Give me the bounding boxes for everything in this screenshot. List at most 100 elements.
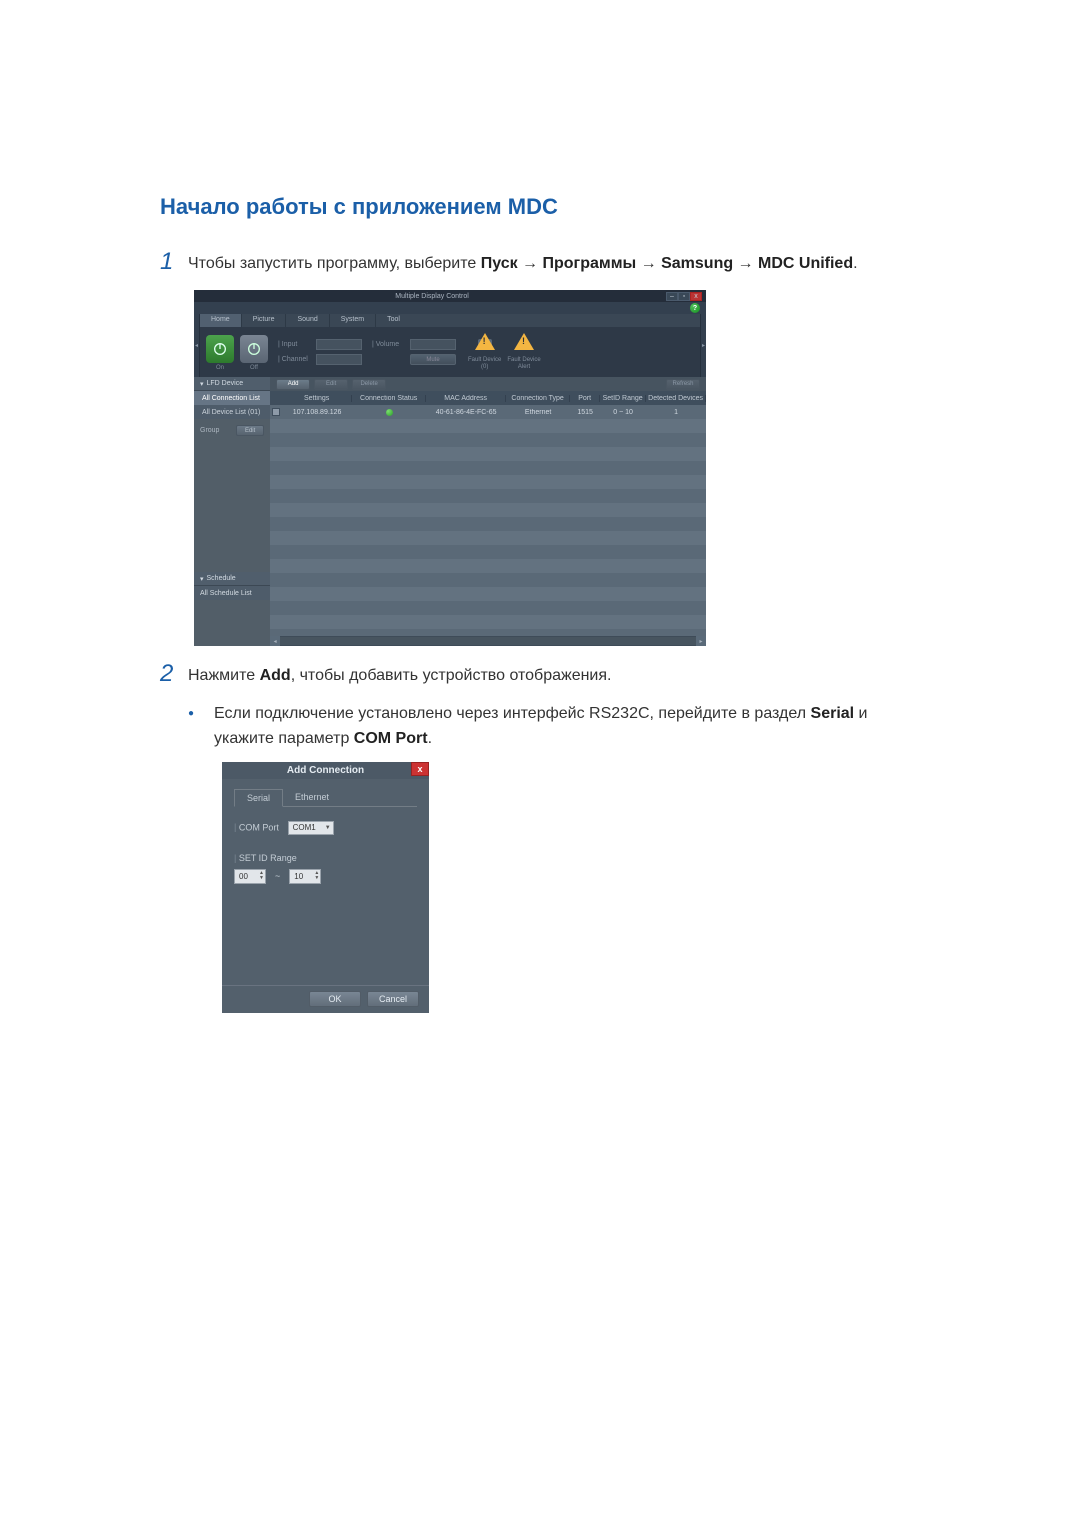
page-heading: Начало работы с приложением MDC: [160, 194, 920, 220]
table-row[interactable]: 107.108.89.126 40-61-86-4E-FC-65 Etherne…: [270, 405, 706, 419]
col-setid-range[interactable]: SetID Range: [600, 395, 646, 402]
table-header: Settings Connection Status MAC Address C…: [270, 391, 706, 405]
spin-from-val: 00: [239, 872, 248, 881]
volume-label: Volume: [372, 341, 406, 348]
input-label: Input: [278, 341, 312, 348]
edit-button[interactable]: Edit: [314, 379, 348, 390]
cell-detected: 1: [646, 409, 706, 416]
maximize-button[interactable]: ▫: [678, 292, 690, 301]
dialog-close-button[interactable]: x: [411, 762, 429, 776]
sidebar-all-schedule[interactable]: All Schedule List: [194, 586, 270, 600]
sidebar-edit-button[interactable]: Edit: [236, 425, 264, 436]
bullet-1: ● Если подключение установлено через инт…: [188, 702, 920, 752]
screenshot-mdc-main: Multiple Display Control – ▫ x ? ◂ Home …: [194, 290, 706, 646]
comport-label: COM Port: [234, 822, 279, 832]
tab-tool[interactable]: Tool: [375, 314, 411, 327]
t: , чтобы добавить устройство отображения.: [291, 667, 612, 684]
sidebar-all-device-list[interactable]: All Device List (01): [194, 405, 270, 419]
setid-from-spinner[interactable]: 00▲▼: [234, 869, 266, 884]
step-num-2: 2: [160, 660, 188, 688]
col-port[interactable]: Port: [570, 395, 600, 402]
ok-button[interactable]: OK: [309, 991, 361, 1007]
b: Samsung: [661, 255, 733, 272]
spin-to-val: 10: [294, 872, 303, 881]
window-title: Multiple Display Control: [395, 293, 469, 300]
add-button[interactable]: Add: [276, 379, 310, 390]
tab-system[interactable]: System: [329, 314, 375, 327]
step-1-text: Чтобы запустить программу, выберите Пуск…: [188, 252, 858, 276]
sidebar-group-label: Group: [200, 427, 219, 434]
col-connection-type[interactable]: Connection Type: [506, 395, 570, 402]
fault-alert-icon[interactable]: [513, 333, 535, 355]
arr: →: [733, 255, 758, 272]
cell-status: [352, 409, 426, 416]
comport-value: COM1: [293, 823, 316, 832]
screenshot-add-connection: Add Connection x Serial Ethernet COM Por…: [222, 762, 429, 1013]
minimize-button[interactable]: –: [666, 292, 678, 301]
power-off-label: Off: [250, 365, 258, 371]
b: Пуск: [481, 255, 518, 272]
row-checkbox[interactable]: [272, 408, 280, 416]
arr: →: [636, 255, 661, 272]
channel-spinner[interactable]: [316, 354, 362, 365]
step-1: 1 Чтобы запустить программу, выберите Пу…: [160, 252, 920, 276]
channel-label: Channel: [278, 356, 312, 363]
dialog-title: Add Connection: [287, 765, 364, 776]
mute-button[interactable]: Mute: [410, 354, 456, 365]
cell-settings: 107.108.89.126: [282, 409, 352, 416]
power-on-icon[interactable]: [206, 335, 234, 363]
volume-slider[interactable]: [410, 339, 456, 350]
t: Чтобы запустить программу, выберите: [188, 255, 481, 272]
b: MDC Unified: [758, 255, 853, 272]
t: .: [853, 255, 857, 272]
window-titlebar: Multiple Display Control – ▫ x: [194, 290, 706, 302]
col-detected-devices[interactable]: Detected Devices: [646, 395, 706, 402]
cell-port: 1515: [570, 409, 600, 416]
comport-select[interactable]: COM1 ▼: [288, 821, 334, 835]
dialog-titlebar: Add Connection x: [222, 762, 429, 779]
b: Программы: [542, 255, 636, 272]
sidebar-all-connection[interactable]: All Connection List: [194, 391, 270, 405]
tab-picture[interactable]: Picture: [241, 314, 286, 327]
refresh-button[interactable]: Refresh: [666, 379, 700, 390]
range-tilde: ~: [272, 871, 283, 881]
col-connection-status[interactable]: Connection Status: [352, 395, 426, 402]
bullet-1-text: Если подключение установлено через интер…: [214, 702, 920, 752]
t: Если подключение установлено через интер…: [214, 705, 811, 722]
fault-device-label: Fault Device(0): [468, 357, 501, 370]
cell-range: 0 ~ 10: [600, 409, 646, 416]
cell-ctype: Ethernet: [506, 409, 570, 416]
setid-to-spinner[interactable]: 10▲▼: [289, 869, 321, 884]
input-select[interactable]: [316, 339, 362, 350]
close-button[interactable]: x: [690, 292, 702, 301]
delete-button[interactable]: Delete: [352, 379, 386, 390]
b: Add: [260, 667, 291, 684]
arr: →: [518, 255, 543, 272]
power-on-label: On: [216, 365, 224, 371]
cell-mac: 40-61-86-4E-FC-65: [426, 409, 506, 416]
power-off-icon[interactable]: [240, 335, 268, 363]
cancel-button[interactable]: Cancel: [367, 991, 419, 1007]
fault-device-icon[interactable]: [474, 333, 496, 355]
setid-range-label: SET ID Range: [234, 853, 417, 863]
tab-home[interactable]: Home: [200, 314, 241, 327]
status-dot-icon: [386, 409, 393, 416]
sidebar-lfd-header[interactable]: LFD Device: [194, 377, 270, 391]
main-tabs: Home Picture Sound System Tool: [200, 314, 700, 327]
chevron-down-icon: ▼: [325, 825, 331, 831]
tab-ethernet[interactable]: Ethernet: [283, 789, 341, 806]
tab-serial[interactable]: Serial: [234, 789, 283, 807]
bullet-icon: ●: [188, 702, 214, 752]
scroll-right-icon[interactable]: ▸: [696, 636, 706, 646]
right-panel-toggle[interactable]: ▸: [700, 314, 706, 377]
col-mac-address[interactable]: MAC Address: [426, 395, 506, 402]
col-settings[interactable]: Settings: [282, 395, 352, 402]
help-icon[interactable]: ?: [690, 303, 700, 313]
scroll-left-icon[interactable]: ◂: [270, 636, 280, 646]
tab-sound[interactable]: Sound: [285, 314, 328, 327]
horizontal-scrollbar[interactable]: ◂ ▸: [270, 636, 706, 646]
toolbar: Add Edit Delete Refresh: [270, 377, 706, 391]
sidebar-schedule-header[interactable]: Schedule: [194, 572, 270, 586]
b: COM Port: [354, 730, 428, 747]
fault-alert-label: Fault DeviceAlert: [507, 357, 540, 370]
